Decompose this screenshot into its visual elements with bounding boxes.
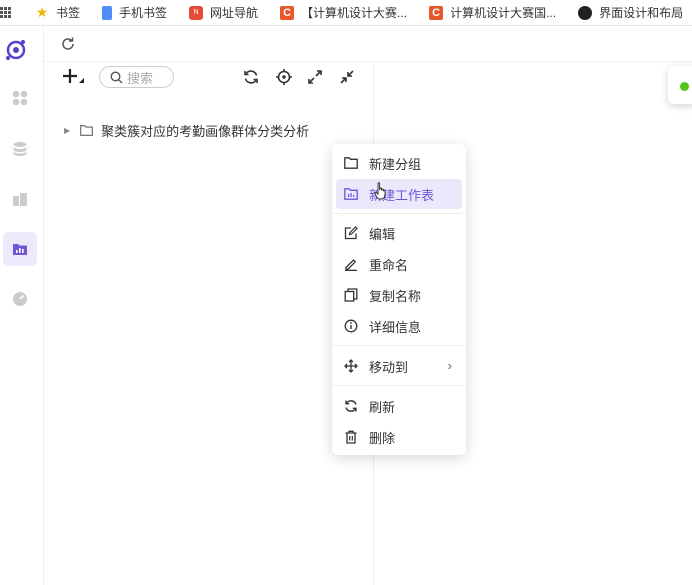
search-placeholder: 搜索 bbox=[127, 70, 154, 86]
context-menu: 新建分组 新建工作表 编辑 重命名 复制名称 详细信息 移动到 › 刷新 删除 bbox=[332, 144, 466, 455]
bookmark-item[interactable]: 界面设计和布局 bbox=[578, 4, 683, 21]
database-icon bbox=[13, 142, 27, 156]
menu-item-refresh[interactable]: 刷新 bbox=[336, 391, 462, 421]
apps-grid-icon[interactable] bbox=[0, 6, 11, 19]
phone-bookmark-icon bbox=[102, 5, 113, 20]
move-icon bbox=[344, 359, 358, 373]
star-icon: ★ bbox=[35, 4, 49, 20]
search-input[interactable]: 搜索 bbox=[99, 66, 174, 88]
sidebar-item-data[interactable] bbox=[3, 132, 37, 166]
sync-icon bbox=[244, 70, 258, 84]
expand-all-button[interactable] bbox=[306, 68, 324, 86]
clover-icon bbox=[12, 90, 28, 106]
search-icon bbox=[110, 70, 123, 83]
left-sidebar bbox=[0, 26, 44, 585]
menu-item-copy-name[interactable]: 复制名称 bbox=[336, 280, 462, 310]
dark-site-icon bbox=[578, 5, 593, 20]
folder-icon bbox=[344, 156, 358, 170]
menu-item-new-sheet[interactable]: 新建工作表 bbox=[336, 179, 462, 209]
add-button[interactable] bbox=[62, 66, 86, 88]
folder-icon bbox=[80, 124, 94, 136]
menu-item-new-group[interactable]: 新建分组 bbox=[336, 148, 462, 178]
menu-item-move-to[interactable]: 移动到 › bbox=[336, 351, 462, 381]
sidebar-item-monitor[interactable] bbox=[3, 282, 37, 316]
hand-cursor-icon bbox=[374, 182, 386, 200]
sidebar-item-dashboard[interactable] bbox=[3, 81, 37, 115]
pencil-icon bbox=[344, 257, 358, 271]
plus-dropdown-icon bbox=[63, 69, 84, 83]
menu-item-details[interactable]: 详细信息 bbox=[336, 311, 462, 341]
menu-divider bbox=[332, 213, 466, 214]
locate-button[interactable] bbox=[275, 68, 293, 86]
tree-panel: 搜索 ▶ 聚类簇对应的考勤画像群体分类分析 bbox=[44, 62, 374, 585]
sidebar-item-analysis[interactable] bbox=[3, 232, 37, 266]
app-logo-icon[interactable] bbox=[4, 36, 30, 64]
bookmarks-bar: ★ 书签 手机书签 N 网址导航 C 【计算机设计大赛... C 计算机设计大赛国...… bbox=[0, 0, 692, 26]
sync-button[interactable] bbox=[242, 68, 260, 86]
gauge-icon bbox=[13, 292, 27, 306]
collapse-all-button[interactable] bbox=[338, 68, 356, 86]
expand-caret-icon[interactable]: ▶ bbox=[64, 126, 70, 135]
chart-folder-icon bbox=[13, 244, 27, 255]
refresh-icon bbox=[344, 399, 358, 413]
bookmark-item[interactable]: C 计算机设计大赛国... bbox=[429, 4, 556, 21]
c-site-icon: C bbox=[280, 5, 295, 20]
menu-divider bbox=[332, 345, 466, 346]
sheet-folder-icon bbox=[344, 187, 358, 201]
menu-item-rename[interactable]: 重命名 bbox=[336, 249, 462, 279]
status-dot-icon bbox=[680, 82, 689, 91]
refresh-icon[interactable] bbox=[60, 36, 76, 52]
trash-icon bbox=[344, 430, 358, 444]
bookmark-item[interactable]: C 【计算机设计大赛... bbox=[280, 4, 407, 21]
bookmark-item[interactable]: N 网址导航 bbox=[189, 4, 258, 21]
info-icon bbox=[344, 319, 358, 333]
buildings-icon bbox=[13, 193, 27, 206]
menu-item-delete[interactable]: 删除 bbox=[336, 422, 462, 452]
edit-icon bbox=[344, 226, 358, 240]
bookmark-item[interactable]: 手机书签 bbox=[102, 4, 167, 21]
expand-icon bbox=[308, 70, 322, 84]
menu-divider bbox=[332, 385, 466, 386]
tree-toolbar: 搜索 bbox=[44, 62, 374, 92]
bookmark-item[interactable]: ★ 书签 bbox=[35, 4, 80, 21]
tree-node-root[interactable]: ▶ 聚类簇对应的考勤画像群体分类分析 bbox=[64, 120, 309, 140]
chevron-right-icon: › bbox=[447, 358, 452, 373]
notification-edge bbox=[668, 66, 692, 104]
collapse-icon bbox=[340, 70, 354, 84]
sidebar-item-buildings[interactable] bbox=[3, 182, 37, 216]
c-site-icon: C bbox=[429, 5, 444, 20]
menu-item-edit[interactable]: 编辑 bbox=[336, 218, 462, 248]
main-topbar bbox=[44, 26, 692, 104]
crosshair-icon bbox=[276, 69, 292, 85]
copy-icon bbox=[344, 288, 358, 302]
tree-node-label: 聚类簇对应的考勤画像群体分类分析 bbox=[101, 123, 310, 139]
nav-icon: N bbox=[189, 5, 204, 20]
